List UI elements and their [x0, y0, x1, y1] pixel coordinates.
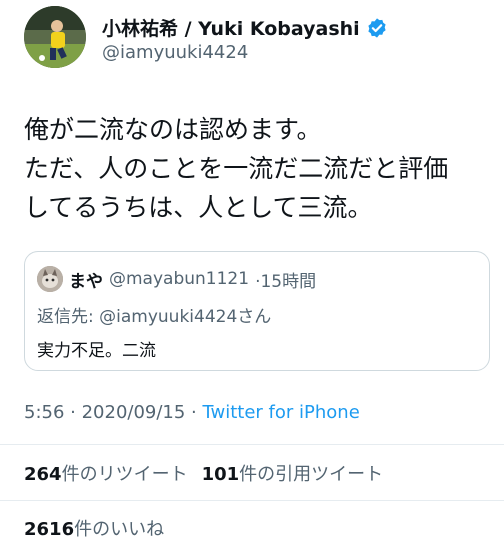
tweet-text: 俺が二流なのは認めます。 ただ、人のことを一流だ二流だと評価 してるうちは、人と…: [24, 110, 494, 227]
quote-label: 件の引用ツイート: [239, 464, 384, 485]
divider: [0, 444, 504, 445]
likes-stat[interactable]: 2616件のいいね: [24, 515, 164, 541]
retweet-label: 件のリツイート: [61, 464, 188, 485]
reply-to-suffix: さん: [237, 307, 272, 327]
like-label: 件のいいね: [74, 519, 165, 540]
reply-to-prefix: 返信先:: [37, 307, 100, 327]
retweet-count: 264: [24, 464, 62, 485]
divider: [0, 500, 504, 501]
tweet-source-link[interactable]: Twitter for iPhone: [203, 402, 360, 423]
author-display-name[interactable]: 小林祐希 / Yuki Kobayashi: [102, 14, 360, 41]
quoted-author-avatar: [37, 266, 63, 292]
quoted-tweet-header: まや @mayabun1121·15時間: [37, 266, 316, 292]
quoted-reply-to: 返信先: @iamyuuki4424さん: [37, 302, 271, 327]
author-avatar-image: [24, 6, 86, 68]
author-name-row[interactable]: 小林祐希 / Yuki Kobayashi: [102, 14, 388, 41]
quoted-tweet-card[interactable]: まや @mayabun1121·15時間 返信先: @iamyuuki4424さ…: [24, 251, 490, 371]
tweet-line-1: 俺が二流なのは認めます。: [24, 115, 322, 144]
author-handle[interactable]: @iamyuuki4424: [102, 42, 248, 63]
quoted-author-name: まや: [69, 271, 103, 292]
retweet-quote-stats: 264件のリツイート 101件の引用ツイート: [24, 460, 383, 486]
retweets-stat[interactable]: 264件のリツイート: [24, 464, 188, 485]
verified-badge-icon: [368, 17, 386, 38]
like-count: 2616: [24, 519, 75, 540]
quoted-author-handle: @mayabun1121: [109, 269, 250, 289]
cat-avatar-image: [37, 266, 63, 292]
reply-to-handle[interactable]: @iamyuuki4424: [99, 307, 237, 327]
quoted-tweet-time: ·15時間: [255, 271, 317, 292]
tweet-timestamp[interactable]: 5:56 · 2020/09/15 ·: [24, 402, 203, 423]
quotes-stat[interactable]: 101件の引用ツイート: [202, 464, 384, 485]
quote-count: 101: [201, 464, 240, 485]
author-avatar[interactable]: [24, 6, 86, 68]
tweet-line-2: ただ、人のことを一流だ二流だと評価: [24, 154, 449, 183]
quoted-tweet-text: 実力不足。二流: [37, 341, 156, 361]
tweet-line-3: してるうちは、人として三流。: [24, 193, 373, 222]
tweet-meta: 5:56 · 2020/09/15 · Twitter for iPhone: [24, 402, 360, 423]
